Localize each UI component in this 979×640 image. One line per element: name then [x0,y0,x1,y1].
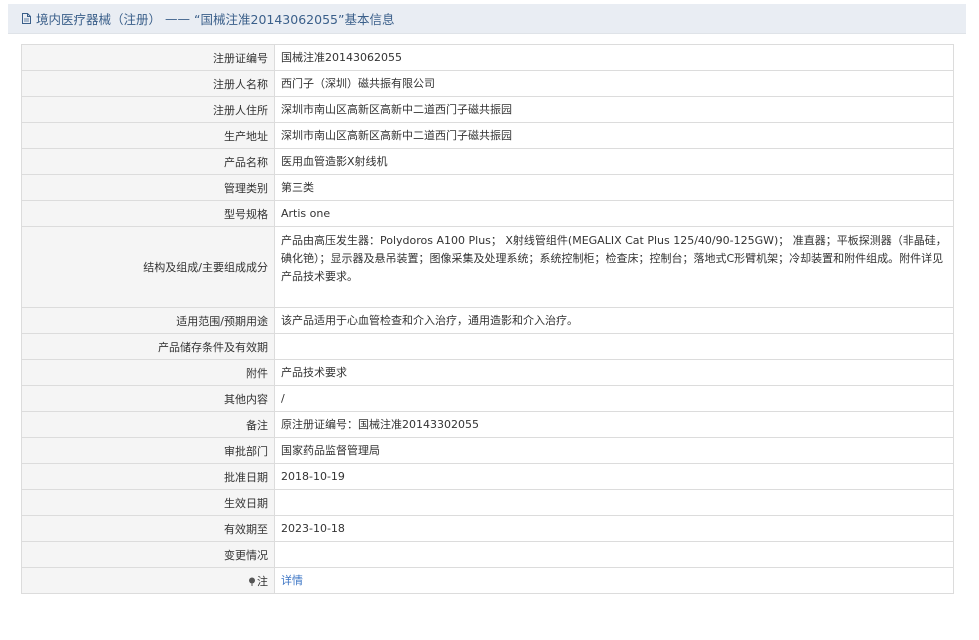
note-value-cell: 详情 [274,567,954,594]
row-value: 深圳市南山区高新区高新中二道西门子磁共振园 [274,122,954,149]
row-value: 2023-10-18 [274,515,954,542]
table-row: 注册人住所 深圳市南山区高新区高新中二道西门子磁共振园 [21,96,954,123]
table-row: 结构及组成/主要组成成分 产品由高压发生器：Polydoros A100 Plus… [21,226,954,308]
header-section: 境内医疗器械（注册） [36,12,162,27]
header-title: “国械注准20143062055”基本信息 [194,12,395,27]
table-row: 注册证编号 国械注准20143062055 [21,44,954,71]
table-row: 生效日期 [21,489,954,516]
table-row: 备注 原注册证编号：国械注准20143302055 [21,411,954,438]
row-label: 备注 [21,411,275,438]
row-value: 国家药品监督管理局 [274,437,954,464]
row-label: 注册证编号 [21,44,275,71]
table-row: 适用范围/预期用途 该产品适用于心血管检查和介入治疗，通用造影和介入治疗。 [21,307,954,334]
row-label: 适用范围/预期用途 [21,307,275,334]
row-label: 其他内容 [21,385,275,412]
row-value: 原注册证编号：国械注准20143302055 [274,411,954,438]
note-label: 注 [257,574,268,588]
table-row: 型号规格 Artis one [21,200,954,227]
row-value: 第三类 [274,174,954,201]
table-row: 生产地址 深圳市南山区高新区高新中二道西门子磁共振园 [21,122,954,149]
row-label: 注册人住所 [21,96,275,123]
info-table: 注册证编号 国械注准20143062055 注册人名称 西门子（深圳）磁共振有限公司… [21,44,954,594]
row-label: 变更情况 [21,541,275,568]
row-label: 有效期至 [21,515,275,542]
details-link[interactable]: 详情 [281,574,303,587]
row-value [274,541,954,568]
row-value: Artis one [274,200,954,227]
table-row: 变更情况 [21,541,954,568]
row-value: 国械注准20143062055 [274,44,954,71]
table-row: 注册人名称 西门子（深圳）磁共振有限公司 [21,70,954,97]
document-icon [20,12,33,25]
table-row: 附件 产品技术要求 [21,359,954,386]
table-row: 注 详情 [21,567,954,594]
row-value [274,333,954,360]
table-row: 其他内容 / [21,385,954,412]
table-row: 产品储存条件及有效期 [21,333,954,360]
row-value: 该产品适用于心血管检查和介入治疗，通用造影和介入治疗。 [274,307,954,334]
row-label: 产品名称 [21,148,275,175]
row-label: 批准日期 [21,463,275,490]
row-label: 结构及组成/主要组成成分 [21,226,275,308]
pin-icon [248,576,256,586]
table-row: 审批部门 国家药品监督管理局 [21,437,954,464]
row-value: 医用血管造影X射线机 [274,148,954,175]
header-separator: —— [165,11,191,26]
row-value: / [274,385,954,412]
page-header: 境内医疗器械（注册） —— “国械注准20143062055”基本信息 [8,4,966,34]
table-row: 管理类别 第三类 [21,174,954,201]
row-label: 生效日期 [21,489,275,516]
row-label: 注册人名称 [21,70,275,97]
row-label: 型号规格 [21,200,275,227]
row-value: 产品技术要求 [274,359,954,386]
table-row: 产品名称 医用血管造影X射线机 [21,148,954,175]
note-label-cell: 注 [21,567,275,594]
row-value [274,489,954,516]
row-label: 生产地址 [21,122,275,149]
table-row: 批准日期 2018-10-19 [21,463,954,490]
row-label: 审批部门 [21,437,275,464]
row-value: 2018-10-19 [274,463,954,490]
table-row: 有效期至 2023-10-18 [21,515,954,542]
row-value: 产品由高压发生器：Polydoros A100 Plus； X射线管组件(MEG… [274,226,954,308]
row-value: 西门子（深圳）磁共振有限公司 [274,70,954,97]
row-label: 管理类别 [21,174,275,201]
row-label: 附件 [21,359,275,386]
row-label: 产品储存条件及有效期 [21,333,275,360]
row-value: 深圳市南山区高新区高新中二道西门子磁共振园 [274,96,954,123]
